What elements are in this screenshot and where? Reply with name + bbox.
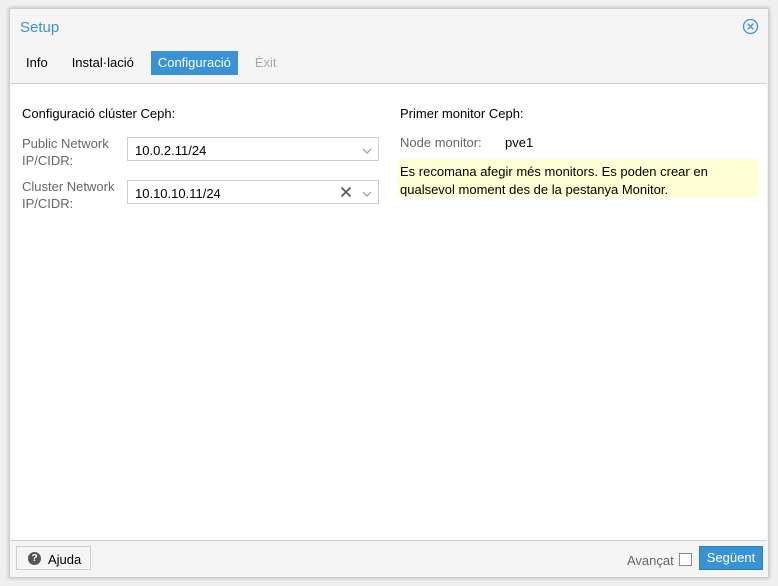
public-network-label-line1: Public Network (22, 136, 109, 151)
cluster-network-label: Cluster Network IP/CIDR: (22, 178, 122, 212)
cluster-network-label-line2: IP/CIDR: (22, 196, 74, 211)
cluster-network-value: 10.10.10.11/24 (135, 186, 221, 201)
help-button-label: Ajuda (48, 552, 82, 567)
dialog-footer: ? Ajuda Avançat Següent (10, 541, 768, 577)
help-button[interactable]: ? Ajuda (16, 546, 91, 570)
tab-success: Èxit (254, 55, 277, 70)
node-monitor-value: pve1 (505, 135, 534, 150)
node-monitor-label: Node monitor: (400, 135, 482, 150)
configuration-panel: Configuració clúster Ceph: Public Networ… (11, 83, 767, 541)
cluster-network-label-line1: Cluster Network (22, 179, 115, 194)
clear-icon[interactable] (340, 186, 352, 198)
tab-info[interactable]: Info (19, 51, 55, 75)
monitor-info-line1: Es recomana afegir més monitors. Es pode… (400, 164, 708, 179)
public-network-label: Public Network IP/CIDR: (22, 135, 122, 169)
monitor-info-line2: qualsevol moment des de la pestanya Moni… (400, 182, 669, 197)
tab-configuration[interactable]: Configuració (150, 51, 238, 75)
next-button[interactable]: Següent (699, 546, 763, 570)
window-title: Setup (20, 19, 60, 36)
tab-bar: Info Instal·lació Configuració Èxit (19, 51, 294, 75)
public-network-label-line2: IP/CIDR: (22, 153, 74, 168)
monitor-heading: Primer monitor Ceph: (400, 106, 524, 121)
monitor-info-box: Es recomana afegir més monitors. Es pode… (398, 159, 758, 197)
cluster-network-combo[interactable]: 10.10.10.11/24 (127, 180, 379, 204)
chevron-down-icon[interactable] (362, 144, 372, 154)
cluster-config-heading: Configuració clúster Ceph: (22, 106, 176, 121)
close-icon[interactable] (742, 18, 759, 35)
question-circle-icon: ? (28, 552, 41, 565)
setup-window: Setup Info Instal·lació Configuració Èxi… (9, 8, 769, 578)
advanced-label: Avançat (627, 553, 674, 568)
public-network-combo[interactable]: 10.0.2.11/24 (127, 137, 379, 161)
tab-installation[interactable]: Instal·lació (65, 51, 141, 75)
advanced-checkbox[interactable] (679, 553, 692, 566)
public-network-value: 10.0.2.11/24 (135, 143, 207, 158)
chevron-down-icon[interactable] (362, 187, 372, 197)
